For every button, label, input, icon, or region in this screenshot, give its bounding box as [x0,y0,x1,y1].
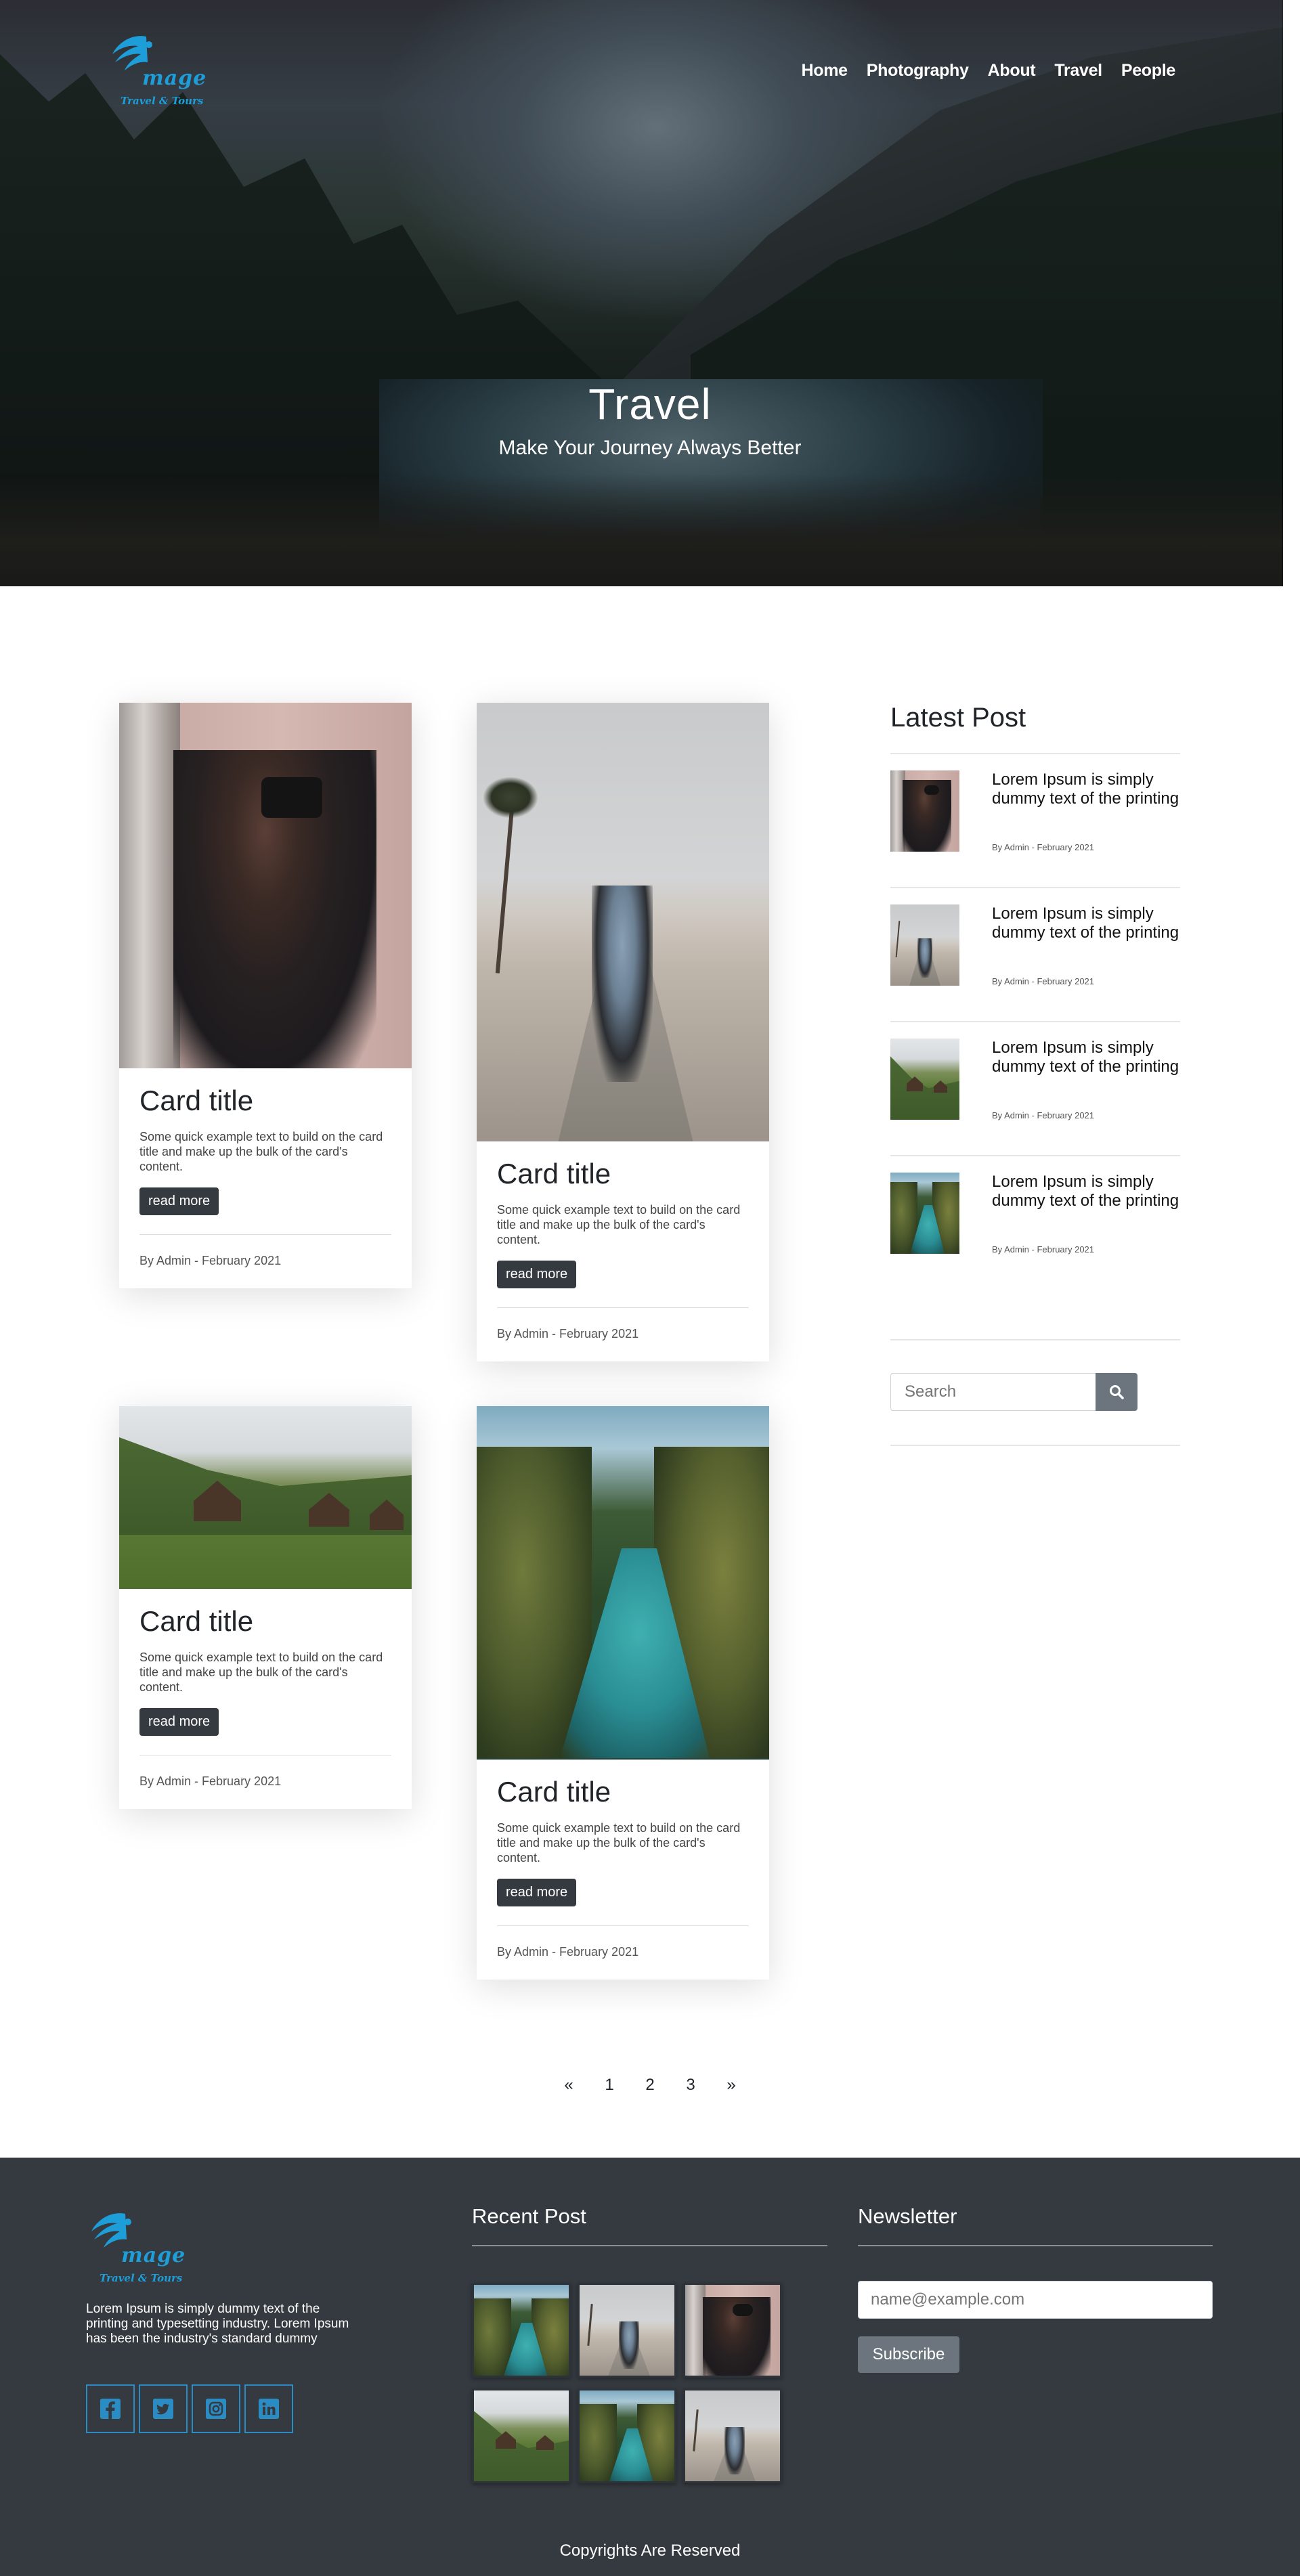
card-meta: By Admin - February 2021 [139,1755,391,1809]
read-more-button[interactable]: read more [139,1708,219,1736]
latest-post-title[interactable]: Lorem Ipsum is simply dummy text of the … [992,904,1180,942]
post-card: Card title Some quick example text to bu… [119,1406,412,1809]
facebook-icon [100,2399,121,2419]
card-text: Some quick example text to build on the … [497,1821,741,1864]
latest-post-thumbnail[interactable] [890,770,959,852]
logo-name: mage [121,2244,186,2267]
latest-post-title[interactable]: Lorem Ipsum is simply dummy text of the … [992,1173,1180,1210]
latest-post-heading: Latest Post [890,703,1026,733]
pagination-page[interactable]: 1 [589,2076,630,2095]
facebook-link[interactable] [86,2384,135,2433]
read-more-button[interactable]: read more [497,1261,577,1288]
card-title: Card title [139,1085,254,1116]
logo-name: mage [142,66,207,90]
latest-post-thumbnail[interactable] [890,1173,959,1254]
gallery-thumbnail[interactable] [683,2283,782,2378]
gallery-thumbnail[interactable] [683,2388,782,2483]
nav-travel[interactable]: Travel [1045,58,1111,83]
newsletter-heading: Newsletter [858,2204,957,2228]
instagram-link[interactable] [192,2384,240,2433]
linkedin-icon [259,2399,279,2419]
latest-post-title[interactable]: Lorem Ipsum is simply dummy text of the … [992,1039,1180,1076]
latest-post-thumbnail[interactable] [890,1039,959,1120]
recent-post-heading: Recent Post [472,2204,586,2228]
footer-about-text: Lorem Ipsum is simply dummy text of the … [86,2302,349,2346]
latest-post-meta: By Admin - February 2021 [992,842,1095,852]
card-image[interactable] [477,703,769,1141]
post-card: Card title Some quick example text to bu… [477,703,769,1361]
nav-home[interactable]: Home [792,58,857,83]
post-card: Card title Some quick example text to bu… [119,703,412,1288]
latest-post-thumbnail[interactable] [890,904,959,986]
search-input[interactable] [890,1373,1097,1411]
footer-logo[interactable]: mage Travel & Tours [86,2208,185,2296]
card-image[interactable] [477,1406,769,1760]
latest-post-meta: By Admin - February 2021 [992,1244,1095,1254]
pagination-page[interactable]: 2 [630,2076,670,2095]
card-title: Card title [497,1158,611,1189]
gallery-thumbnail[interactable] [578,2388,676,2483]
search-button[interactable] [1096,1373,1138,1411]
latest-post-meta: By Admin - February 2021 [992,976,1095,986]
pagination-next[interactable]: » [711,2076,752,2095]
latest-post-item[interactable]: Lorem Ipsum is simply dummy text of the … [890,1155,1180,1289]
card-text: Some quick example text to build on the … [139,1130,383,1173]
search-icon [1110,1385,1124,1399]
nav-people[interactable]: People [1112,58,1185,83]
search-widget [890,1339,1180,1446]
hero-subtitle: Make Your Journey Always Better [498,437,802,459]
read-more-button[interactable]: read more [497,1879,577,1906]
social-links [86,2384,293,2433]
subscribe-button[interactable]: Subscribe [858,2336,959,2373]
card-text: Some quick example text to build on the … [139,1651,383,1694]
twitter-link[interactable] [139,2384,188,2433]
post-card: Card title Some quick example text to bu… [477,1406,769,1980]
card-title: Card title [497,1776,611,1808]
latest-post-list: Lorem Ipsum is simply dummy text of the … [890,753,1180,1289]
gallery-thumbnail[interactable] [472,2388,571,2483]
gallery-thumbnail[interactable] [578,2283,676,2378]
copyright-text: Copyrights Are Reserved [559,2541,741,2560]
pagination-prev[interactable]: « [548,2076,589,2095]
card-image[interactable] [119,1406,412,1589]
main-nav: Home Photography About Travel People [792,58,1186,83]
latest-post-item[interactable]: Lorem Ipsum is simply dummy text of the … [890,753,1180,887]
nav-photography[interactable]: Photography [857,58,978,83]
pagination-page[interactable]: 3 [670,2076,711,2095]
latest-post-item[interactable]: Lorem Ipsum is simply dummy text of the … [890,1021,1180,1155]
site-logo[interactable]: mage Travel & Tours [107,31,206,119]
pagination: « 1 2 3 » [548,2076,752,2095]
nav-about[interactable]: About [978,58,1045,83]
logo-tagline: Travel & Tours [100,2272,183,2284]
card-meta: By Admin - February 2021 [139,1234,391,1288]
latest-post-title[interactable]: Lorem Ipsum is simply dummy text of the … [992,770,1180,808]
hero-title: Travel [588,380,712,429]
latest-post-meta: By Admin - February 2021 [992,1110,1095,1120]
card-text: Some quick example text to build on the … [497,1203,741,1246]
linkedin-link[interactable] [244,2384,293,2433]
instagram-icon [206,2399,226,2419]
gallery-thumbnail[interactable] [472,2283,571,2378]
logo-tagline: Travel & Tours [121,95,204,107]
read-more-button[interactable]: read more [139,1187,219,1215]
latest-post-item[interactable]: Lorem Ipsum is simply dummy text of the … [890,887,1180,1021]
card-meta: By Admin - February 2021 [497,1925,749,1980]
newsletter-email-input[interactable] [858,2281,1213,2319]
card-meta: By Admin - February 2021 [497,1307,749,1361]
card-image[interactable] [119,703,412,1068]
card-title: Card title [139,1605,254,1637]
twitter-icon [153,2399,173,2419]
